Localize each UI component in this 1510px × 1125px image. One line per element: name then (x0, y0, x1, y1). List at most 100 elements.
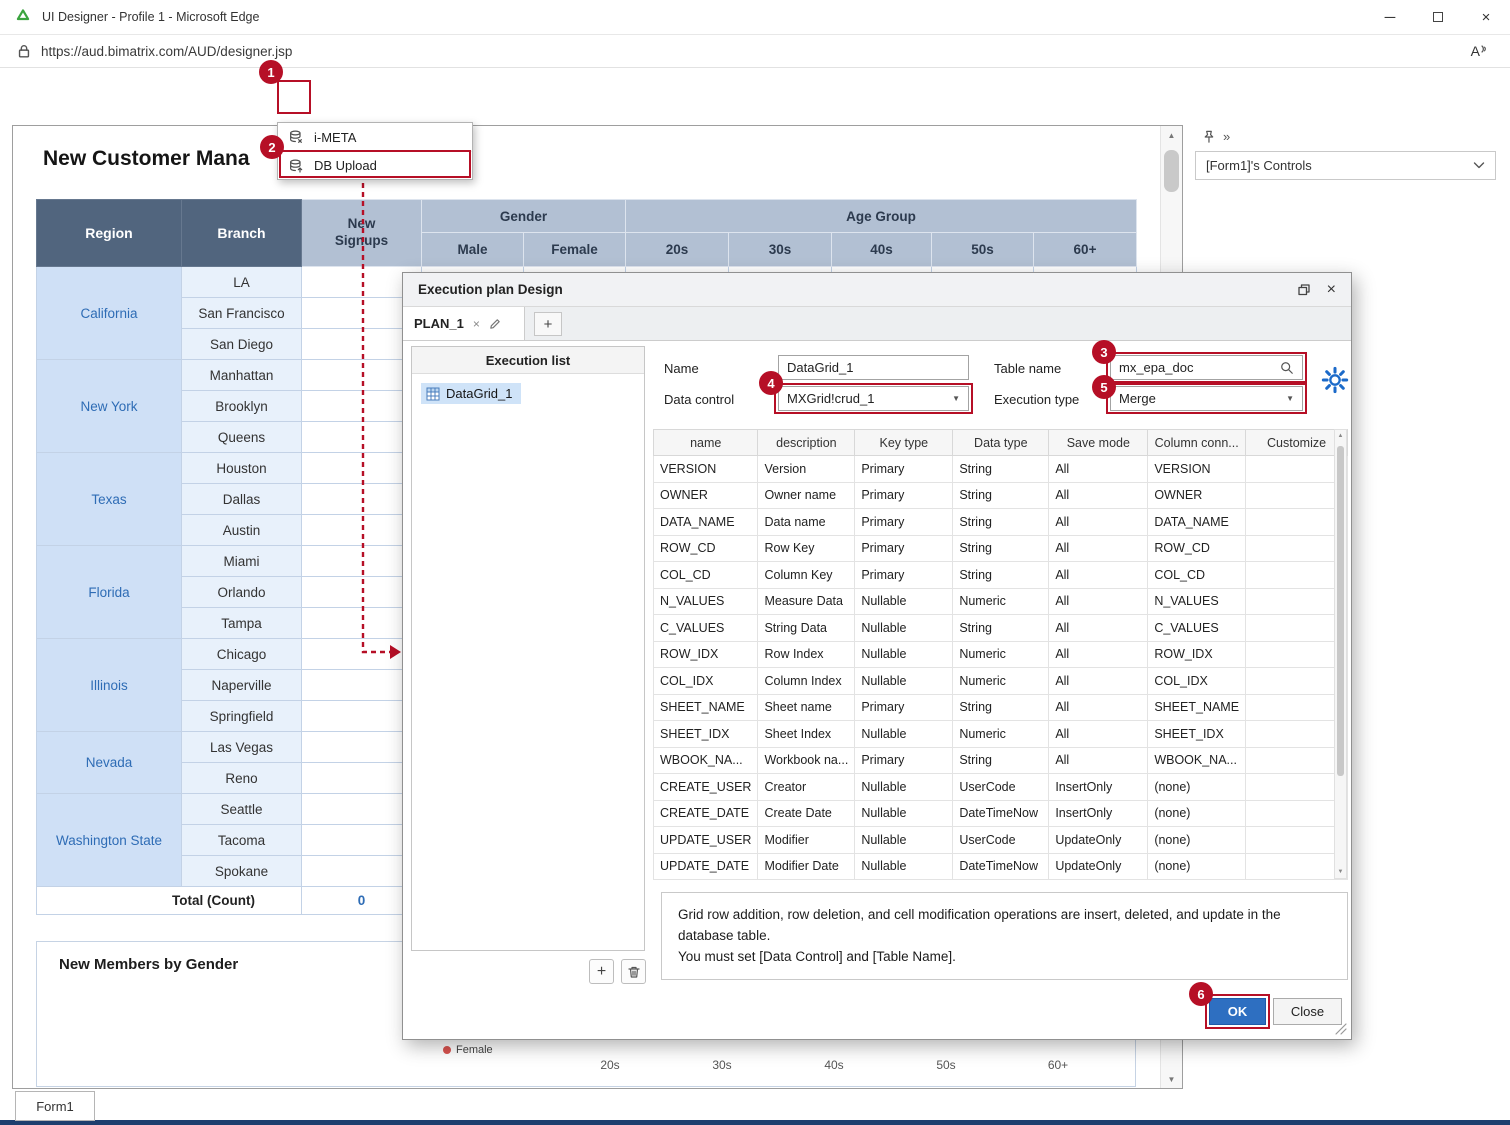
grid-row[interactable]: UPDATE_DATEModifier DateNullableDateTime… (654, 853, 1348, 880)
dialog-titlebar[interactable]: Execution plan Design × (403, 273, 1351, 307)
grid-cell: UpdateOnly (1049, 853, 1148, 880)
grid-cell: Primary (855, 456, 953, 483)
maximize-icon[interactable] (1414, 0, 1462, 34)
table-name-input[interactable]: mx_epa_doc (1110, 355, 1303, 380)
grid-row[interactable]: VERSIONVersionPrimaryStringAllVERSION (654, 456, 1348, 483)
tab-close-icon[interactable]: × (473, 317, 480, 331)
grid-cell: (none) (1148, 774, 1246, 801)
tab-form1[interactable]: Form1 (15, 1091, 95, 1121)
col-header-age: 20s (626, 233, 729, 267)
close-icon[interactable]: × (1462, 0, 1510, 34)
grid-column-header[interactable]: Save mode (1049, 430, 1148, 456)
x-axis-label: 20s (590, 1058, 630, 1072)
scroll-down-icon[interactable]: ▼ (1335, 866, 1346, 878)
name-input[interactable]: DataGrid_1 (778, 355, 969, 380)
grid-cell: String (953, 615, 1049, 642)
tab-rename-icon[interactable] (489, 318, 501, 330)
ok-button[interactable]: OK (1209, 998, 1266, 1025)
grid-cell: All (1049, 509, 1148, 536)
grid-cell: DATA_NAME (654, 509, 758, 536)
scroll-up-icon[interactable]: ▲ (1335, 430, 1346, 442)
x-axis-label: 30s (702, 1058, 742, 1072)
execution-list-item-datagrid-1[interactable]: DataGrid_1 (421, 383, 521, 404)
dialog-title: Execution plan Design (418, 282, 563, 297)
execution-type-select[interactable]: Merge ▼ (1110, 386, 1303, 411)
scrollbar-thumb[interactable] (1337, 446, 1344, 776)
grid-row[interactable]: UPDATE_USERModifierNullableUserCodeUpdat… (654, 827, 1348, 854)
menu-item-i-meta[interactable]: i-META (278, 123, 472, 151)
grid-row[interactable]: WBOOK_NA...Workbook na...PrimaryStringAl… (654, 747, 1348, 774)
grid-scrollbar[interactable]: ▲ ▼ (1334, 429, 1347, 879)
delete-item-button[interactable] (621, 959, 646, 984)
info-line: Grid row addition, row deletion, and cel… (678, 905, 1331, 947)
url-text[interactable]: https://aud.bimatrix.com/AUD/designer.js… (41, 44, 292, 59)
menu-item-db-upload[interactable]: DB Upload (278, 151, 472, 179)
add-tab-icon[interactable]: + (534, 312, 562, 336)
col-header-age: 50s (932, 233, 1034, 267)
grid-cell: All (1049, 747, 1148, 774)
dialog-restore-icon[interactable] (1297, 283, 1311, 297)
step-4-badge: 4 (759, 371, 783, 395)
region-cell: Washington State (37, 794, 182, 887)
grid-row[interactable]: COL_CDColumn KeyPrimaryStringAllCOL_CD (654, 562, 1348, 589)
grid-row[interactable]: COL_IDXColumn IndexNullableNumericAllCOL… (654, 668, 1348, 695)
grid-row[interactable]: OWNEROwner namePrimaryStringAllOWNER (654, 482, 1348, 509)
read-aloud-icon[interactable]: A (1471, 43, 1488, 59)
grid-cell: WBOOK_NA... (654, 747, 758, 774)
grid-cell (1246, 535, 1348, 562)
close-button[interactable]: Close (1273, 998, 1342, 1025)
grid-cell (1246, 588, 1348, 615)
grid-row[interactable]: ROW_IDXRow IndexNullableNumericAllROW_ID… (654, 641, 1348, 668)
grid-column-header[interactable]: Column conn... (1148, 430, 1246, 456)
controls-panel-header[interactable]: [Form1]'s Controls (1195, 151, 1496, 180)
branch-cell: Chicago (182, 639, 302, 670)
grid-column-header[interactable]: Data type (953, 430, 1049, 456)
grid-cell: Sheet Index (758, 721, 855, 748)
grid-row[interactable]: SHEET_IDXSheet IndexNullableNumericAllSH… (654, 721, 1348, 748)
scrollbar-thumb[interactable] (1164, 150, 1179, 192)
grid-column-header[interactable]: Key type (855, 430, 953, 456)
data-control-select[interactable]: MXGrid!crud_1 ▼ (778, 386, 969, 411)
grid-column-header[interactable]: Customize (1246, 430, 1348, 456)
grid-row[interactable]: C_VALUESString DataNullableStringAllC_VA… (654, 615, 1348, 642)
pin-icon[interactable] (1202, 130, 1215, 143)
scroll-up-icon[interactable]: ▲ (1161, 126, 1182, 144)
grid-column-header[interactable]: description (758, 430, 855, 456)
collapse-panel-icon[interactable]: » (1223, 129, 1230, 144)
name-label: Name (664, 361, 699, 376)
col-header-age: 30s (729, 233, 832, 267)
grid-cell: WBOOK_NA... (1148, 747, 1246, 774)
report-title: New Customer Mana (43, 147, 250, 171)
grid-row[interactable]: CREATE_DATECreate DateNullableDateTimeNo… (654, 800, 1348, 827)
address-bar[interactable]: https://aud.bimatrix.com/AUD/designer.js… (0, 35, 1510, 68)
scroll-down-icon[interactable]: ▼ (1161, 1070, 1182, 1088)
col-header-male: Male (422, 233, 524, 267)
grid-column-header[interactable]: name (654, 430, 758, 456)
dialog-tab-strip: PLAN_1 × + (403, 307, 1351, 341)
grid-cell: Nullable (855, 721, 953, 748)
grid-cell: (none) (1148, 853, 1246, 880)
grid-row[interactable]: DATA_NAMEData namePrimaryStringAllDATA_N… (654, 509, 1348, 536)
grid-row[interactable]: SHEET_NAMESheet namePrimaryStringAllSHEE… (654, 694, 1348, 721)
minimize-icon[interactable]: ─ (1366, 0, 1414, 34)
column-settings-gear-icon[interactable] (1321, 366, 1349, 394)
search-icon[interactable] (1280, 361, 1294, 375)
grid-cell: Modifier (758, 827, 855, 854)
grid-row[interactable]: N_VALUESMeasure DataNullableNumericAllN_… (654, 588, 1348, 615)
branch-cell: Brooklyn (182, 391, 302, 422)
grid-row[interactable]: CREATE_USERCreatorNullableUserCodeInsert… (654, 774, 1348, 801)
grid-row[interactable]: ROW_CDRow KeyPrimaryStringAllROW_CD (654, 535, 1348, 562)
region-cell: New York (37, 360, 182, 453)
resize-grip[interactable] (1335, 1023, 1347, 1035)
legend-item: Female (443, 1042, 493, 1058)
grid-cell: N_VALUES (1148, 588, 1246, 615)
tab-plan-1[interactable]: PLAN_1 × (403, 307, 525, 340)
grid-cell: (none) (1148, 827, 1246, 854)
lock-icon[interactable] (16, 43, 32, 59)
execution-type-label: Execution type (994, 392, 1079, 407)
column-mapping-grid: namedescriptionKey typeData typeSave mod… (653, 429, 1348, 880)
add-item-button[interactable]: + (589, 959, 614, 984)
dialog-close-icon[interactable]: × (1327, 281, 1336, 299)
grid-cell: Workbook na... (758, 747, 855, 774)
chevron-down-icon[interactable] (1473, 161, 1485, 170)
